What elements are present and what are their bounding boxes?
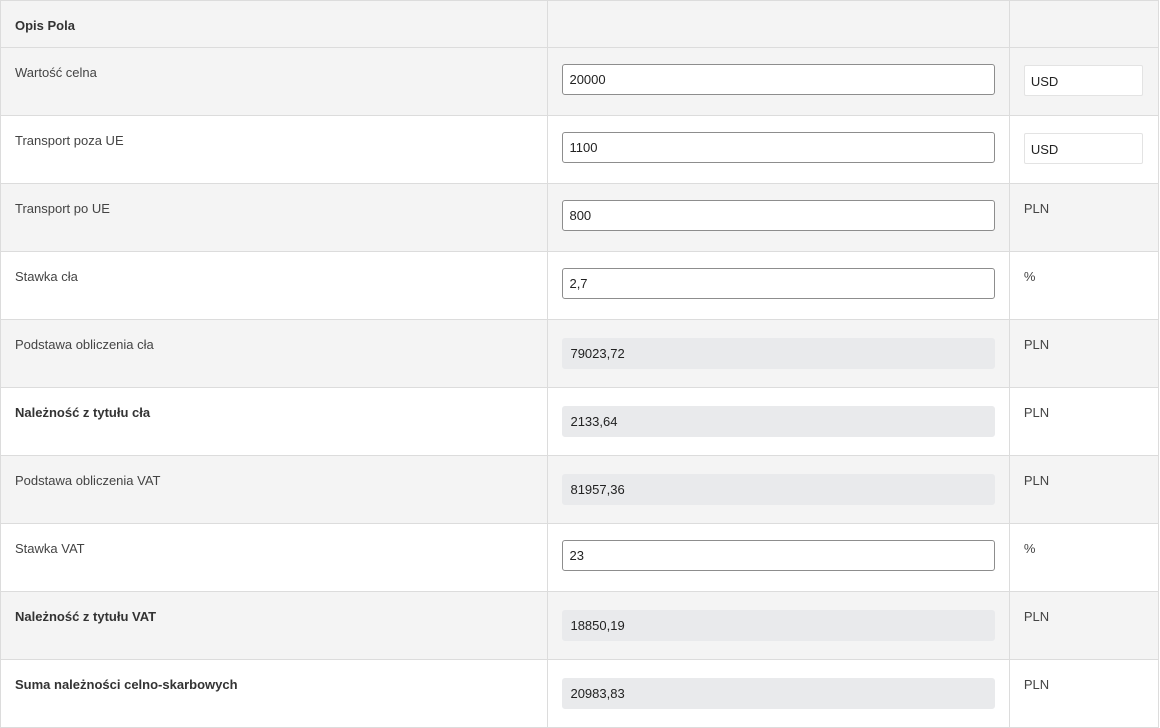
- header-unit-cell: [1008, 0, 1160, 48]
- row-input-cell: [547, 183, 1010, 252]
- row-unit-cell: %: [1008, 251, 1160, 320]
- row-unit-cell: %: [1008, 523, 1160, 592]
- table-row-vat-base: Podstawa obliczenia VAT PLN: [0, 455, 1160, 524]
- customs-calculator-table: Opis Pola Wartość celna USD Trans: [0, 0, 1160, 728]
- table-row-customs-value: Wartość celna USD: [0, 47, 1160, 116]
- table-row-transport-inside-eu: Transport po UE PLN: [0, 183, 1160, 252]
- row-input-cell: [547, 319, 1010, 388]
- total-charges-label: Suma należności celno-skarbowych: [15, 677, 238, 692]
- row-input-cell: [547, 115, 1010, 184]
- row-label-cell: Stawka VAT: [0, 523, 549, 592]
- duty-amount-output: [562, 406, 996, 437]
- row-label-cell: Podstawa obliczenia cła: [0, 319, 549, 388]
- table-row-total-charges: Suma należności celno-skarbowych PLN: [0, 659, 1160, 728]
- row-label-cell: Transport po UE: [0, 183, 549, 252]
- transport-outside-eu-input[interactable]: [562, 132, 996, 163]
- row-input-cell: [547, 47, 1010, 116]
- duty-rate-label: Stawka cła: [15, 269, 78, 284]
- row-input-cell: [547, 387, 1010, 456]
- row-label-cell: Należność z tytułu cła: [0, 387, 549, 456]
- row-unit-cell: PLN: [1008, 455, 1160, 524]
- row-unit-cell: PLN: [1008, 659, 1160, 728]
- vat-amount-output: [562, 610, 996, 641]
- duty-base-label: Podstawa obliczenia cła: [15, 337, 154, 352]
- transport-outside-eu-label: Transport poza UE: [15, 133, 124, 148]
- table-row-vat-rate: Stawka VAT %: [0, 523, 1160, 592]
- row-unit-cell: USD: [1008, 47, 1160, 116]
- header-description-cell: Opis Pola: [0, 0, 549, 48]
- table-row-duty-rate: Stawka cła %: [0, 251, 1160, 320]
- customs-value-label: Wartość celna: [15, 65, 97, 80]
- customs-value-input[interactable]: [562, 64, 996, 95]
- row-input-cell: [547, 591, 1010, 660]
- table-header-row: Opis Pola: [0, 0, 1160, 48]
- row-unit-cell: USD: [1008, 115, 1160, 184]
- duty-rate-unit: %: [1023, 269, 1036, 284]
- row-unit-cell: PLN: [1008, 387, 1160, 456]
- row-input-cell: [547, 523, 1010, 592]
- vat-rate-unit: %: [1023, 541, 1036, 556]
- table-row-duty-amount: Należność z tytułu cła PLN: [0, 387, 1160, 456]
- table-row-transport-outside-eu: Transport poza UE USD: [0, 115, 1160, 184]
- row-unit-cell: PLN: [1008, 183, 1160, 252]
- header-value-label: [548, 1, 1008, 18]
- row-label-cell: Stawka cła: [0, 251, 549, 320]
- vat-rate-input[interactable]: [562, 540, 996, 571]
- vat-base-label: Podstawa obliczenia VAT: [15, 473, 161, 488]
- transport-inside-eu-unit: PLN: [1023, 201, 1050, 216]
- row-unit-cell: PLN: [1008, 319, 1160, 388]
- transport-inside-eu-input[interactable]: [562, 200, 996, 231]
- duty-base-unit: PLN: [1023, 337, 1050, 352]
- row-input-cell: [547, 455, 1010, 524]
- total-charges-unit: PLN: [1023, 677, 1050, 692]
- row-label-cell: Należność z tytułu VAT: [0, 591, 549, 660]
- vat-base-output: [562, 474, 996, 505]
- row-unit-cell: PLN: [1008, 591, 1160, 660]
- duty-base-output: [562, 338, 996, 369]
- header-description-label: Opis Pola: [15, 18, 75, 33]
- vat-base-unit: PLN: [1023, 473, 1050, 488]
- duty-amount-label: Należność z tytułu cła: [15, 405, 151, 420]
- row-label-cell: Suma należności celno-skarbowych: [0, 659, 549, 728]
- row-label-cell: Transport poza UE: [0, 115, 549, 184]
- transport-inside-eu-label: Transport po UE: [15, 201, 110, 216]
- row-input-cell: [547, 659, 1010, 728]
- row-input-cell: [547, 251, 1010, 320]
- transport-outside-eu-currency-select[interactable]: USD: [1023, 133, 1143, 164]
- total-charges-output: [562, 678, 996, 709]
- customs-value-currency-select[interactable]: USD: [1023, 65, 1143, 96]
- header-value-cell: [547, 0, 1010, 48]
- duty-amount-unit: PLN: [1023, 405, 1050, 420]
- vat-amount-unit: PLN: [1023, 609, 1050, 624]
- vat-amount-label: Należność z tytułu VAT: [15, 609, 157, 624]
- table-row-vat-amount: Należność z tytułu VAT PLN: [0, 591, 1160, 660]
- table-row-duty-base: Podstawa obliczenia cła PLN: [0, 319, 1160, 388]
- row-label-cell: Podstawa obliczenia VAT: [0, 455, 549, 524]
- duty-rate-input[interactable]: [562, 268, 996, 299]
- vat-rate-label: Stawka VAT: [15, 541, 85, 556]
- row-label-cell: Wartość celna: [0, 47, 549, 116]
- header-unit-label: [1010, 1, 1158, 18]
